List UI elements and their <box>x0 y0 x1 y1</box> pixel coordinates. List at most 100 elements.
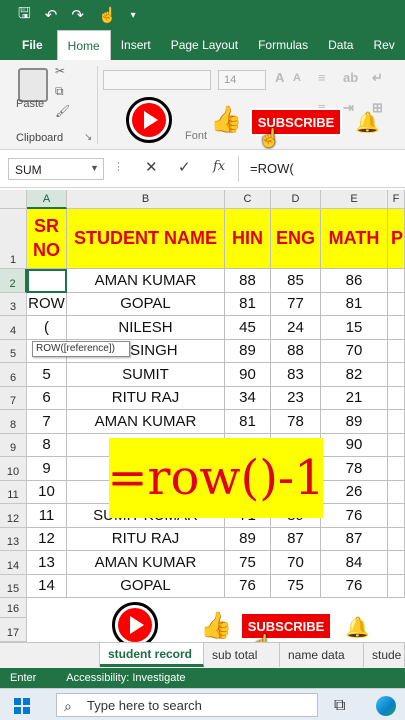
col-f-cell[interactable] <box>388 527 405 551</box>
sr-no-cell[interactable]: 13 <box>27 551 67 575</box>
eng-cell[interactable]: 87 <box>271 527 321 551</box>
windows-start-icon[interactable] <box>14 698 30 714</box>
col-f-cell[interactable] <box>388 292 405 316</box>
math-cell[interactable]: 26 <box>321 480 388 504</box>
sr-no-cell[interactable]: 6 <box>27 386 67 410</box>
student-name-cell[interactable]: SUMIT <box>67 363 225 387</box>
math-cell[interactable]: 21 <box>321 386 388 410</box>
hin-cell[interactable]: 75 <box>225 551 271 575</box>
column-header-a[interactable]: A <box>27 190 67 209</box>
save-icon[interactable]: 🖫 <box>18 3 31 28</box>
column-header-b[interactable]: B <box>67 190 225 209</box>
sheet-tab-name-data[interactable]: name data <box>280 643 364 667</box>
select-all-corner[interactable] <box>0 190 27 209</box>
eng-cell[interactable]: 85 <box>271 269 321 293</box>
function-tooltip[interactable]: ROW([reference]) <box>32 341 130 357</box>
row-header-2[interactable]: 2 <box>0 269 27 293</box>
indent-icon[interactable]: ⇥ <box>343 100 354 116</box>
bell-icon[interactable]: 🔔 <box>355 110 380 135</box>
hin-cell[interactable]: 45 <box>225 316 271 340</box>
accessibility-status[interactable]: Accessibility: Investigate <box>66 672 185 684</box>
orientation-icon[interactable]: ab <box>343 70 358 85</box>
eng-cell[interactable]: 88 <box>271 339 321 363</box>
row-header-12[interactable]: 12 <box>0 504 27 528</box>
row-header-16[interactable]: 16 <box>0 598 27 618</box>
math-cell[interactable]: 84 <box>321 551 388 575</box>
header-eng[interactable]: ENG <box>271 209 321 269</box>
row-header-17[interactable]: 17 <box>0 618 27 642</box>
sr-no-cell[interactable]: 10 <box>27 480 67 504</box>
col-f-cell[interactable] <box>388 269 405 293</box>
sr-no-cell[interactable]: 5 <box>27 363 67 387</box>
wrap-text-icon[interactable]: ↵ <box>372 70 383 86</box>
col-f-cell[interactable] <box>388 504 405 528</box>
hin-cell[interactable]: 89 <box>225 527 271 551</box>
column-header-c[interactable]: C <box>225 190 271 209</box>
eng-cell[interactable]: 77 <box>271 292 321 316</box>
row-header-7[interactable]: 7 <box>0 386 27 410</box>
font-size-box[interactable]: 14 <box>218 70 266 90</box>
task-view-icon[interactable]: ⧉ <box>334 697 345 715</box>
row-header-8[interactable]: 8 <box>0 410 27 434</box>
header-sr-no[interactable]: SR NO <box>27 209 67 269</box>
col-f-cell[interactable] <box>388 339 405 363</box>
math-cell[interactable]: 70 <box>321 339 388 363</box>
eng-cell[interactable]: 24 <box>271 316 321 340</box>
customize-icon[interactable]: ▾ <box>131 10 136 21</box>
formula-input[interactable]: =ROW( <box>250 161 294 176</box>
math-cell[interactable]: 81 <box>321 292 388 316</box>
column-header-d[interactable]: D <box>271 190 321 209</box>
sr-no-cell[interactable]: ( <box>27 316 67 340</box>
student-name-cell[interactable]: GOPAL <box>67 292 225 316</box>
paste-label[interactable]: Paste <box>16 98 44 110</box>
redo-icon[interactable]: ↷ <box>71 6 84 24</box>
tab-insert[interactable]: Insert <box>111 30 161 60</box>
eng-cell[interactable]: 70 <box>271 551 321 575</box>
row-header-1[interactable]: 1 <box>0 209 27 269</box>
math-cell[interactable]: 86 <box>321 269 388 293</box>
header-hin[interactable]: HIN <box>225 209 271 269</box>
tab-page-layout[interactable]: Page Layout <box>161 30 248 60</box>
undo-icon[interactable]: ↶ <box>45 6 58 24</box>
col-f-cell[interactable] <box>388 316 405 340</box>
clipboard-launcher-icon[interactable]: ↘ <box>84 132 92 143</box>
sr-no-cell[interactable]: 7 <box>27 410 67 434</box>
sr-no-cell[interactable] <box>27 269 67 293</box>
col-f-cell[interactable] <box>388 457 405 481</box>
math-cell[interactable]: 78 <box>321 457 388 481</box>
hin-cell[interactable]: 81 <box>225 410 271 434</box>
header-student-name[interactable]: STUDENT NAME <box>67 209 225 269</box>
hin-cell[interactable]: 34 <box>225 386 271 410</box>
sr-no-cell[interactable]: 11 <box>27 504 67 528</box>
col-f-cell[interactable] <box>388 386 405 410</box>
header-col-f[interactable]: P <box>388 209 405 269</box>
column-header-e[interactable]: E <box>321 190 388 209</box>
column-header-f[interactable]: F <box>388 190 405 209</box>
row-header-14[interactable]: 14 <box>0 551 27 575</box>
col-f-cell[interactable] <box>388 551 405 575</box>
student-name-cell[interactable]: AMAN KUMAR <box>67 551 225 575</box>
header-math[interactable]: MATH <box>321 209 388 269</box>
row-header-10[interactable]: 10 <box>0 457 27 481</box>
col-f-cell[interactable] <box>388 433 405 457</box>
student-name-cell[interactable]: AMAN KUMAR <box>67 269 225 293</box>
tab-home[interactable]: Home <box>56 30 111 60</box>
edge-browser-icon[interactable] <box>376 696 396 716</box>
cancel-button[interactable]: ✕ <box>145 158 158 176</box>
taskbar-search-input[interactable]: Type here to search <box>56 693 318 717</box>
eng-cell[interactable]: 23 <box>271 386 321 410</box>
row-header-9[interactable]: 9 <box>0 433 27 457</box>
math-cell[interactable]: 87 <box>321 527 388 551</box>
student-name-cell[interactable]: AMAN KUMAR <box>67 410 225 434</box>
hin-cell[interactable]: 89 <box>225 339 271 363</box>
copy-icon[interactable]: ⧉ <box>55 84 64 99</box>
math-cell[interactable]: 15 <box>321 316 388 340</box>
sr-no-cell[interactable]: 14 <box>27 574 67 598</box>
tab-formulas[interactable]: Formulas <box>248 30 318 60</box>
insert-function-button[interactable]: fx <box>213 159 225 174</box>
hin-cell[interactable]: 76 <box>225 574 271 598</box>
row-header-3[interactable]: 3 <box>0 292 27 316</box>
like-icon[interactable]: 👍 <box>210 106 242 132</box>
student-name-cell[interactable]: RITU RAJ <box>67 527 225 551</box>
like-icon[interactable]: 👍 <box>200 612 232 638</box>
